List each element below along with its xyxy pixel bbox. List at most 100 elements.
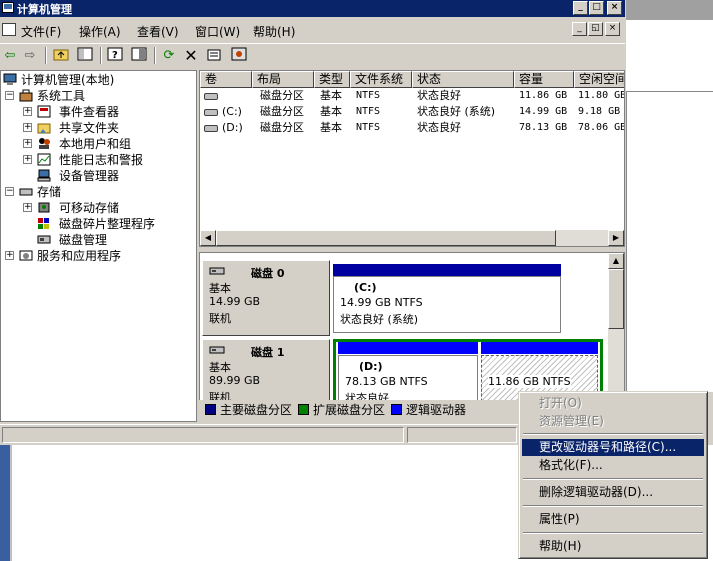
wizard-icon[interactable] (230, 47, 248, 64)
users-icon (37, 137, 51, 150)
cell-capacity: 11.86 GB (519, 90, 568, 101)
menu-item-delete-logical-drive[interactable]: 删除逻辑驱动器(D)... (522, 484, 704, 501)
shared-folder-icon (37, 121, 51, 134)
refresh-icon[interactable]: ⟳ (160, 47, 178, 64)
cell-free-space: 9.18 GB (578, 106, 621, 117)
volume-label: (D:) (359, 360, 383, 373)
column-header-capacity[interactable]: 容量 (514, 71, 574, 88)
services-icon (19, 249, 33, 262)
menu-item-change-drive-letter[interactable]: 更改驱动器号和路径(C)... (522, 439, 704, 456)
tree-label: 可移动存储 (59, 201, 120, 215)
expand-icon[interactable]: + (5, 251, 14, 260)
performance-icon (37, 153, 51, 166)
background-window-titlebar (626, 0, 713, 20)
tree-label: 性能日志和警报 (59, 153, 144, 167)
disk-size: 89.99 GB (209, 374, 261, 387)
volume-size: 11.86 GB NTFS (488, 375, 571, 388)
forward-icon[interactable]: ⇨ (21, 47, 39, 64)
disk-icon (209, 266, 225, 279)
menu-item-explore[interactable]: 资源管理(E) (522, 413, 704, 430)
tree-label: 磁盘管理 (59, 233, 108, 247)
cell-filesystem: NTFS (356, 90, 381, 101)
menu-item-help[interactable]: 帮助(H) (522, 538, 704, 555)
column-header-free-space[interactable]: 空闲空间 (574, 71, 624, 88)
horizontal-scrollbar[interactable]: ◀ ▶ (200, 230, 624, 246)
menu-view[interactable]: 查看(V) (137, 23, 179, 40)
menu-window[interactable]: 窗口(W) (195, 23, 240, 40)
column-header-filesystem[interactable]: 文件系统 (350, 71, 412, 88)
volume-size: 14.99 GB NTFS (340, 296, 423, 309)
disk-name: 磁盘 1 (251, 346, 285, 359)
column-header-type[interactable]: 类型 (314, 71, 350, 88)
menu-help[interactable]: 帮助(H) (253, 23, 295, 40)
tree-label: 系统工具 (37, 89, 86, 103)
cell-layout: 磁盘分区 (260, 89, 304, 102)
context-menu: 打开(O) 资源管理(E) 更改驱动器号和路径(C)... 格式化(F)... … (518, 391, 708, 559)
menu-item-open[interactable]: 打开(O) (522, 395, 704, 412)
properties-pane-icon[interactable] (130, 47, 148, 64)
scroll-left-icon[interactable]: ◀ (200, 230, 216, 246)
up-folder-icon[interactable] (52, 47, 70, 64)
cell-free-space: 78.06 GB (578, 122, 625, 133)
cell-type: 基本 (320, 121, 342, 134)
scrollbar-thumb[interactable] (608, 269, 624, 329)
mdi-restore-button[interactable]: ◱ (588, 22, 603, 36)
cell-volume: (D:) (222, 121, 243, 134)
help-icon[interactable]: ? (106, 47, 124, 64)
toolbar: ⇦ ⇨ ? ⟳ ✕ (0, 43, 625, 67)
menu-separator (523, 433, 703, 435)
toolbar-separator (45, 47, 47, 64)
cell-layout: 磁盘分区 (260, 121, 304, 134)
scroll-up-icon[interactable]: ▲ (608, 253, 624, 269)
cell-status: 状态良好 (417, 121, 461, 134)
close-button[interactable]: × (607, 1, 622, 15)
tree-label: 设备管理器 (59, 169, 120, 183)
maximize-button[interactable]: □ (589, 1, 604, 15)
menu-separator (523, 532, 703, 534)
volume-c[interactable]: (C:) 14.99 GB NTFS 状态良好 (系统) (333, 276, 561, 333)
properties-icon[interactable] (206, 47, 224, 64)
collapse-icon[interactable]: − (5, 187, 14, 196)
legend-label: 扩展磁盘分区 (313, 403, 386, 417)
expand-icon[interactable]: + (23, 123, 32, 132)
cell-filesystem: NTFS (356, 122, 381, 133)
scroll-right-icon[interactable]: ▶ (608, 230, 624, 246)
expand-icon[interactable]: + (23, 155, 32, 164)
scrollbar-thumb[interactable] (216, 230, 556, 246)
mdi-minimize-button[interactable]: _ (572, 22, 587, 36)
status-panel (407, 427, 517, 443)
tree-label: 磁盘碎片整理程序 (59, 217, 156, 231)
mdi-close-button[interactable]: × (605, 22, 620, 36)
expand-icon[interactable]: + (23, 107, 32, 116)
drive-icon (204, 109, 218, 116)
mmc-icon (2, 23, 16, 36)
cell-type: 基本 (320, 105, 342, 118)
column-header-layout[interactable]: 布局 (252, 71, 314, 88)
column-header-status[interactable]: 状态 (412, 71, 514, 88)
cell-capacity: 14.99 GB (519, 106, 568, 117)
disk-0-header[interactable]: 磁盘 0 基本 14.99 GB 联机 (202, 260, 330, 336)
menu-file[interactable]: 文件(F) (21, 23, 61, 40)
background-window-edge (0, 445, 12, 561)
logical-drive-bar (338, 342, 478, 354)
menu-item-format[interactable]: 格式化(F)... (522, 457, 704, 474)
delete-icon[interactable]: ✕ (182, 47, 200, 64)
title-bar: 计算机管理 _ □ × (0, 0, 625, 17)
logical-drive-swatch (391, 404, 402, 415)
expand-icon[interactable]: + (23, 203, 32, 212)
back-icon[interactable]: ⇦ (1, 47, 19, 64)
menu-action[interactable]: 操作(A) (79, 23, 121, 40)
extended-partition-swatch (298, 404, 309, 415)
tree-label: 本地用户和组 (59, 137, 132, 151)
minimize-button[interactable]: _ (573, 1, 588, 15)
collapse-icon[interactable]: − (5, 91, 14, 100)
expand-icon[interactable]: + (23, 139, 32, 148)
menu-item-properties[interactable]: 属性(P) (522, 511, 704, 528)
column-header-volume[interactable]: 卷 (200, 71, 252, 88)
volume-status: 状态良好 (系统) (340, 313, 419, 326)
tree-label: 计算机管理(本地) (21, 73, 115, 87)
legend-label: 主要磁盘分区 (220, 403, 293, 417)
cell-capacity: 78.13 GB (519, 122, 568, 133)
show-hide-tree-icon[interactable] (76, 47, 94, 64)
defrag-icon (37, 217, 51, 230)
